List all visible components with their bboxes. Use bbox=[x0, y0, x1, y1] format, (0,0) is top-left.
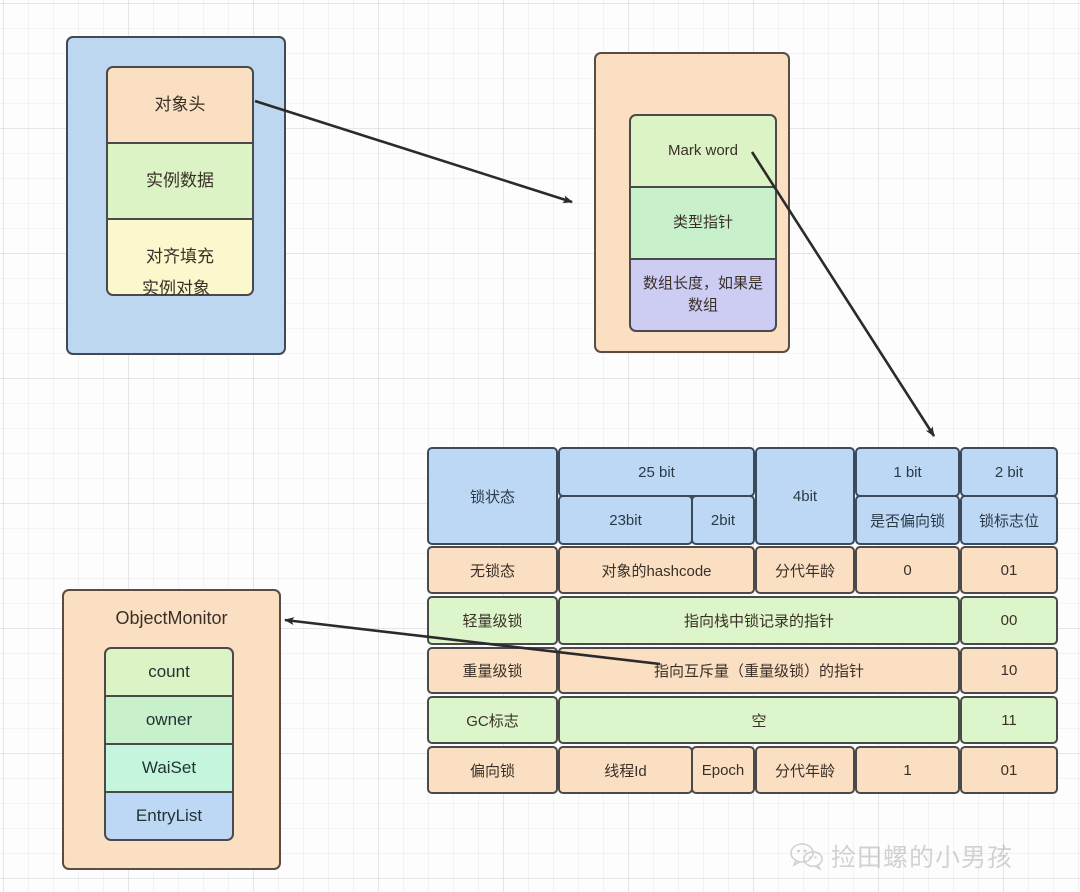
monitor-cell-entrylist: EntryList bbox=[104, 791, 234, 841]
td-biased-0: 0 bbox=[855, 546, 960, 594]
td-label: 10 bbox=[1000, 662, 1018, 679]
monitor-cell-waiset: WaiSet bbox=[104, 743, 234, 793]
td-label: 无锁态 bbox=[469, 562, 515, 580]
th-lock-state: 锁状态 bbox=[427, 447, 558, 545]
arrow-object-to-header bbox=[254, 99, 573, 204]
th-1bit: 1 bit bbox=[855, 447, 960, 497]
td-label: Epoch bbox=[701, 761, 745, 779]
th-label: 锁状态 bbox=[469, 488, 515, 506]
th-2bit-sub: 2bit bbox=[691, 495, 755, 545]
th-23bit: 23bit bbox=[558, 495, 693, 545]
td-flag-00: 00 bbox=[960, 596, 1058, 645]
header-cell-array-length: 数组长度，如果是数组 bbox=[629, 258, 777, 332]
td-flag-11: 11 bbox=[960, 696, 1058, 744]
th-label: 锁标志位 bbox=[978, 512, 1039, 530]
td-label: 指向栈中锁记录的指针 bbox=[683, 613, 834, 630]
instance-cell-label: 实例数据 bbox=[146, 170, 214, 190]
th-label: 25 bit bbox=[638, 463, 675, 481]
td-hashcode: 对象的hashcode bbox=[558, 546, 755, 594]
monitor-cell-owner: owner bbox=[104, 695, 234, 745]
td-stack-lock-record: 指向栈中锁记录的指针 bbox=[558, 596, 960, 645]
td-age-0: 分代年龄 bbox=[755, 546, 855, 594]
watermark-text: 捡田螺的小男孩 bbox=[831, 843, 1014, 872]
instance-cell-label: 对象头 bbox=[154, 94, 206, 114]
td-label: 对象的hashcode bbox=[601, 562, 712, 580]
td-label: 0 bbox=[903, 561, 912, 579]
monitor-cell-label: count bbox=[148, 661, 190, 681]
th-label: 2 bit bbox=[994, 463, 1024, 481]
td-biased-1: 1 bbox=[855, 746, 960, 794]
td-label: 01 bbox=[1000, 561, 1018, 579]
td-flag-10: 10 bbox=[960, 647, 1058, 694]
instance-object-caption: 实例对象 bbox=[142, 279, 210, 298]
td-label: 00 bbox=[1000, 612, 1018, 629]
td-thread-id: 线程Id bbox=[558, 746, 693, 794]
object-monitor-stack: count owner WaiSet EntryList bbox=[104, 647, 234, 841]
object-monitor-title: ObjectMonitor bbox=[115, 608, 228, 628]
th-label: 4bit bbox=[792, 487, 818, 505]
row-state-heavyweight: 重量级锁 bbox=[427, 647, 558, 694]
td-flag-01: 01 bbox=[960, 546, 1058, 594]
th-4bit: 4bit bbox=[755, 447, 855, 545]
row-state-wusuotai: 无锁态 bbox=[427, 546, 558, 594]
td-mutex-pointer: 指向互斥量（重量级锁）的指针 bbox=[558, 647, 960, 694]
object-header-container: Mark word 类型指针 数组长度，如果是数组 bbox=[594, 52, 790, 353]
td-label: 11 bbox=[1001, 711, 1017, 729]
object-header-stack: Mark word 类型指针 数组长度，如果是数组 bbox=[629, 114, 777, 332]
td-label: 指向互斥量（重量级锁）的指针 bbox=[653, 663, 864, 680]
monitor-cell-count: count bbox=[104, 647, 234, 697]
header-cell-label: 数组长度，如果是数组 bbox=[642, 275, 763, 314]
th-label: 是否偏向锁 bbox=[869, 512, 945, 530]
th-biased-flag: 是否偏向锁 bbox=[855, 495, 960, 545]
th-lock-flag: 锁标志位 bbox=[960, 495, 1058, 545]
th-label: 2bit bbox=[710, 511, 736, 529]
instance-object-container: 对象头 实例数据 对齐填充 实例对象 bbox=[66, 36, 286, 355]
instance-cell-instance-data: 实例数据 bbox=[106, 142, 254, 220]
td-label: 01 bbox=[1000, 761, 1018, 779]
header-cell-label: 类型指针 bbox=[672, 214, 733, 232]
td-label: 线程Id bbox=[604, 762, 647, 780]
td-label: 偏向锁 bbox=[469, 762, 515, 780]
row-state-lightweight: 轻量级锁 bbox=[427, 596, 558, 645]
td-label: 空 bbox=[751, 712, 767, 730]
td-epoch: Epoch bbox=[691, 746, 755, 794]
mark-word-table: 锁状态 25 bit 23bit 2bit 4bit 1 bit 是否偏向锁 2… bbox=[427, 447, 1058, 794]
td-empty: 空 bbox=[558, 696, 960, 744]
row-state-biased: 偏向锁 bbox=[427, 746, 558, 794]
wechat-icon bbox=[790, 841, 824, 871]
instance-object-stack: 对象头 实例数据 对齐填充 bbox=[106, 66, 254, 296]
watermark: 捡田螺的小男孩 bbox=[790, 833, 1070, 879]
td-label: 1 bbox=[903, 761, 912, 779]
instance-cell-label: 对齐填充 bbox=[146, 246, 214, 266]
th-label: 23bit bbox=[609, 511, 642, 529]
td-label: 分代年龄 bbox=[774, 562, 835, 580]
td-flag-01b: 01 bbox=[960, 746, 1058, 794]
instance-cell-object-header: 对象头 bbox=[106, 66, 254, 144]
th-25bit: 25 bit bbox=[558, 447, 755, 497]
td-label: 轻量级锁 bbox=[462, 613, 523, 630]
header-cell-mark-word: Mark word bbox=[629, 114, 777, 188]
td-age-1: 分代年龄 bbox=[755, 746, 855, 794]
monitor-cell-label: EntryList bbox=[135, 805, 203, 825]
monitor-cell-label: WaiSet bbox=[141, 757, 197, 777]
td-label: GC标志 bbox=[466, 712, 519, 730]
diagram-canvas: 对象头 实例数据 对齐填充 实例对象 Mark word 类型指针 数组长度，如… bbox=[0, 0, 1080, 892]
th-label: 1 bit bbox=[893, 463, 922, 481]
th-2bit: 2 bit bbox=[960, 447, 1058, 497]
row-state-gc: GC标志 bbox=[427, 696, 558, 744]
monitor-cell-label: owner bbox=[145, 709, 193, 729]
header-cell-klass-pointer: 类型指针 bbox=[629, 186, 777, 260]
td-label: 重量级锁 bbox=[462, 663, 523, 680]
object-monitor-container: ObjectMonitor count owner WaiSet EntryLi… bbox=[62, 589, 281, 870]
td-label: 分代年龄 bbox=[774, 762, 835, 780]
header-cell-label: Mark word bbox=[667, 142, 738, 160]
